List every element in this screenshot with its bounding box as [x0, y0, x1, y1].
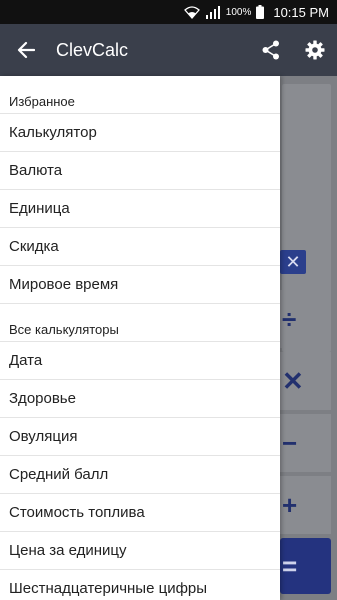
wifi-icon: [183, 5, 200, 19]
battery-percent: 100%: [225, 6, 252, 18]
share-button[interactable]: [249, 24, 293, 76]
drawer-item-hex[interactable]: Шестнадцатеричные цифры: [0, 570, 280, 600]
drawer-item-ovulation[interactable]: Овуляция: [0, 418, 280, 456]
app-title: ClevCalc: [56, 39, 129, 60]
drawer-item-date[interactable]: Дата: [0, 342, 280, 380]
drawer-item-unit-price[interactable]: Цена за единицу: [0, 532, 280, 570]
minus-key[interactable]: −: [280, 414, 331, 472]
gear-icon: [305, 40, 325, 60]
favorites-header: Избранное: [0, 76, 280, 114]
share-icon: [262, 40, 279, 60]
drawer-item-unit[interactable]: Единица: [0, 190, 280, 228]
all-calculators-header: Все калькуляторы: [0, 304, 280, 342]
drawer-item-calculator[interactable]: Калькулятор: [0, 114, 280, 152]
divide-key[interactable]: ÷: [280, 290, 331, 348]
navigation-drawer: Избранное Калькулятор Валюта Единица Ски…: [0, 76, 280, 600]
status-bar: 100% 10:15 PM: [0, 0, 337, 24]
drawer-item-gpa[interactable]: Средний балл: [0, 456, 280, 494]
drawer-item-currency[interactable]: Валюта: [0, 152, 280, 190]
equals-key[interactable]: =: [280, 538, 331, 594]
arrow-back-icon: [17, 41, 35, 59]
clear-button[interactable]: ✕: [280, 250, 306, 274]
signal-icon: [205, 5, 221, 19]
plus-key[interactable]: +: [280, 476, 331, 534]
drawer-item-world-time[interactable]: Мировое время: [0, 266, 280, 304]
back-button[interactable]: [0, 24, 52, 76]
app-bar: ClevCalc: [0, 24, 337, 76]
drawer-item-health[interactable]: Здоровье: [0, 380, 280, 418]
clock: 10:15 PM: [273, 4, 329, 20]
settings-button[interactable]: [293, 24, 337, 76]
drawer-item-fuel-cost[interactable]: Стоимость топлива: [0, 494, 280, 532]
drawer-item-discount[interactable]: Скидка: [0, 228, 280, 266]
battery-icon: [256, 5, 265, 19]
multiply-key[interactable]: ✕: [280, 352, 331, 410]
